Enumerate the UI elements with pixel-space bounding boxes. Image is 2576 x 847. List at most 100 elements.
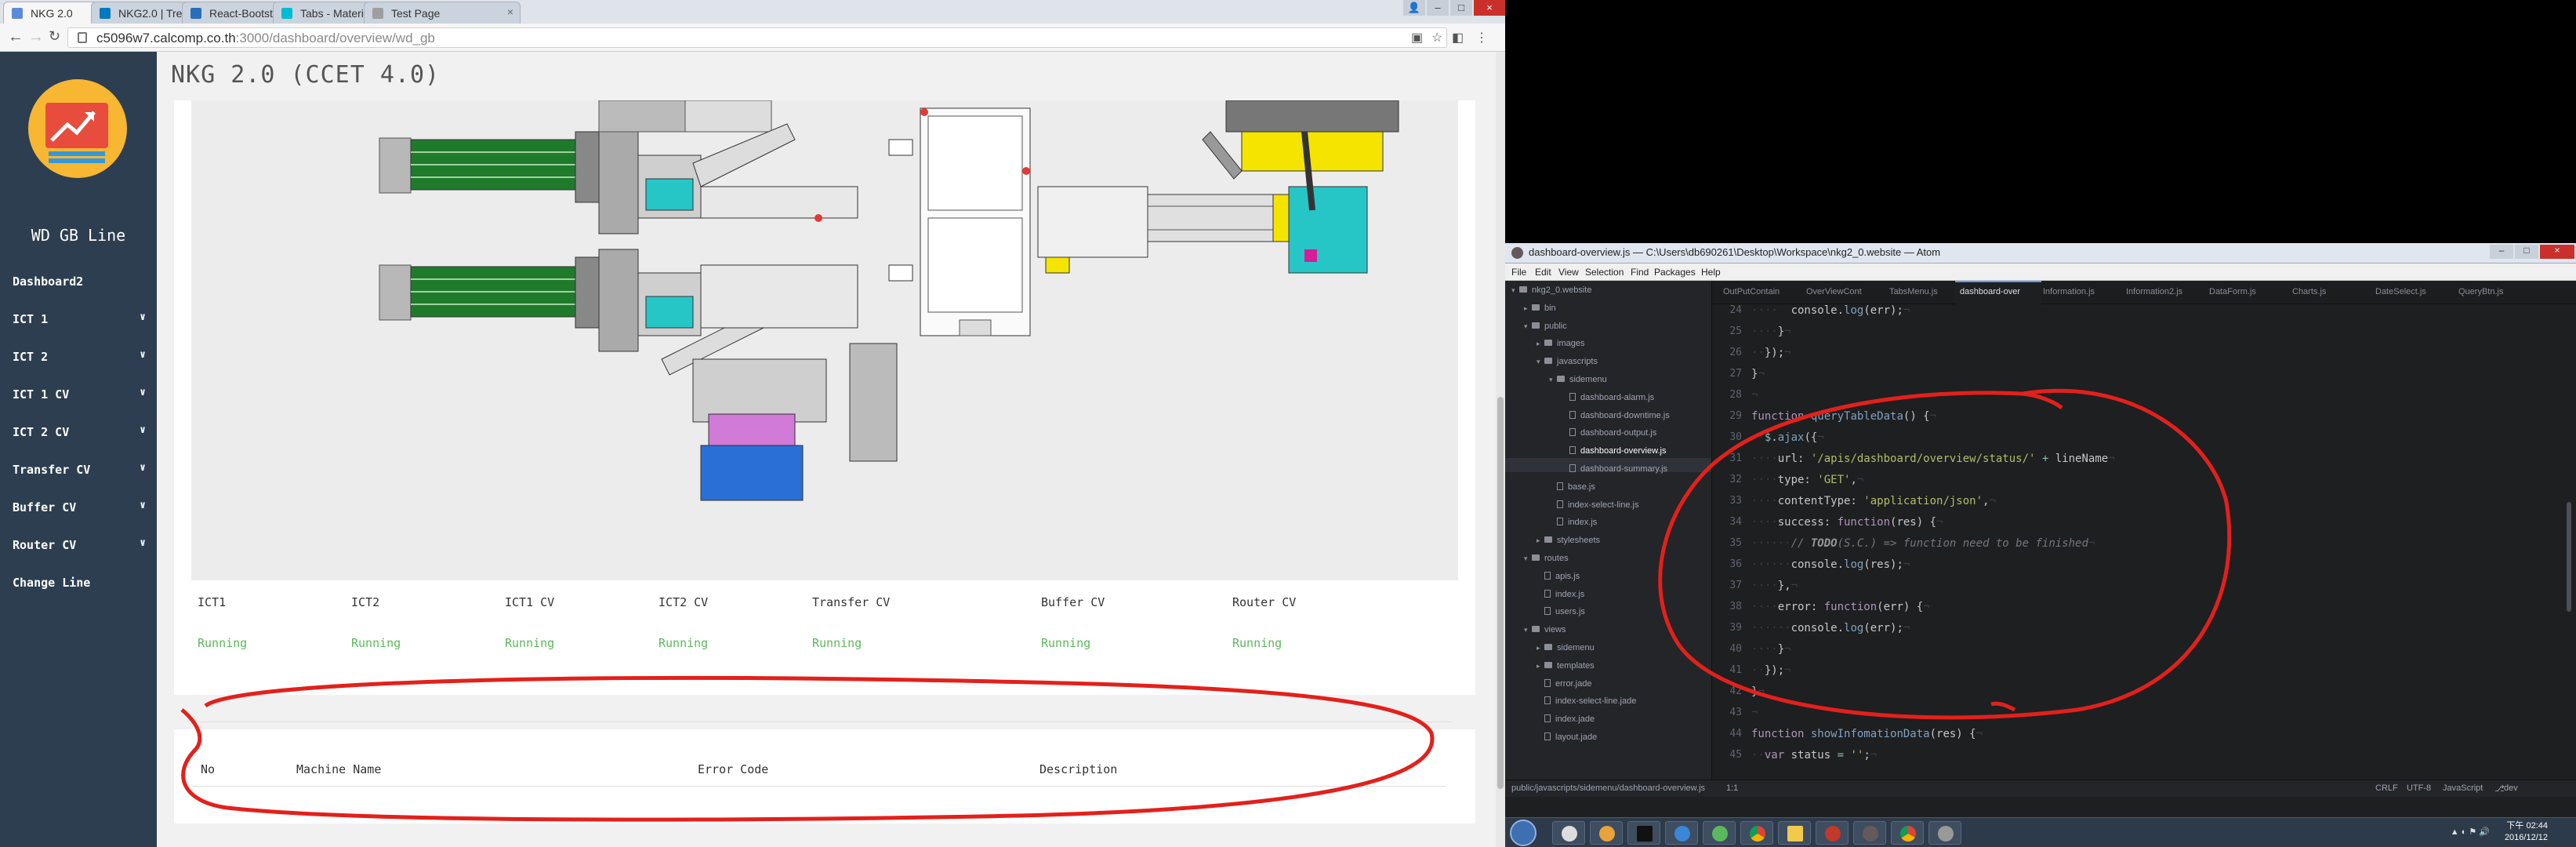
tree-file[interactable]: base.js — [1549, 482, 1595, 492]
editor-tab[interactable]: TabsMenu.js — [1889, 287, 1938, 296]
menu-find[interactable]: Find — [1631, 267, 1649, 278]
taskbar-folder-icon[interactable] — [1778, 821, 1811, 845]
system-tray[interactable]: ▲ ◐ ⚑ 🔊 — [2451, 827, 2490, 837]
taskbar-app-icon[interactable] — [1816, 821, 1849, 845]
tree-folder[interactable]: ▾ views — [1524, 625, 1566, 634]
extension-icon[interactable]: ◧ — [1452, 30, 1464, 45]
page-scrollbar[interactable] — [1496, 52, 1505, 847]
tree-file[interactable]: dashboard-alarm.js — [1562, 392, 1654, 402]
forward-icon[interactable]: → — [28, 28, 44, 46]
tree-folder[interactable]: ▾ routes — [1524, 554, 1569, 563]
editor-tab[interactable]: QueryBtn.js — [2458, 287, 2503, 296]
close-button[interactable]: × — [2540, 245, 2574, 259]
minimize-button[interactable]: – — [1427, 0, 1449, 16]
menu-icon[interactable]: ⋮ — [1475, 30, 1488, 45]
tree-file[interactable]: dashboard-output.js — [1562, 428, 1656, 438]
url-input[interactable]: c5096w7.calcomp.co.th:3000/dashboard/ove… — [67, 27, 1447, 48]
status-cursor-position[interactable]: 1:1 — [1726, 783, 1738, 793]
maximize-button[interactable]: □ — [1450, 0, 1472, 16]
sidebar-item-dashboard2[interactable]: Dashboard2 — [13, 274, 146, 289]
status-file-path[interactable]: public/javascripts/sidemenu/dashboard-ov… — [1511, 783, 1705, 793]
tree-folder[interactable]: ▾ nkg2_0.website — [1511, 285, 1591, 295]
minimize-button[interactable]: – — [2490, 245, 2513, 259]
status-grammar[interactable]: JavaScript — [2443, 783, 2483, 793]
menu-file[interactable]: File — [1511, 267, 1526, 278]
tree-folder[interactable]: ▾ sidemenu — [1549, 375, 1607, 384]
menu-help[interactable]: Help — [1701, 267, 1721, 278]
tree-file[interactable]: dashboard-overview.js — [1562, 446, 1666, 456]
reload-icon[interactable]: ↻ — [49, 28, 60, 45]
sidebar-item-ict2-cv[interactable]: ICT 2 CV ∨ — [13, 424, 146, 439]
tree-file[interactable]: index.jade — [1537, 714, 1595, 724]
taskbar-atom-icon[interactable] — [1853, 821, 1886, 845]
tree-file[interactable]: layout.jade — [1537, 732, 1597, 742]
menu-view[interactable]: View — [1558, 267, 1579, 278]
editor-tab[interactable]: OverViewCont — [1806, 287, 1862, 296]
sidebar-item-ict1-cv[interactable]: ICT 1 CV ∨ — [13, 387, 146, 402]
atom-status-bar: public/javascripts/sidemenu/dashboard-ov… — [1505, 780, 2576, 797]
taskbar-app-icon[interactable] — [1703, 821, 1736, 845]
sidebar-item-buffer-cv[interactable]: Buffer CV ∨ — [13, 500, 146, 514]
line-number: 44 — [1729, 728, 1742, 740]
tree-folder[interactable]: ▸ templates — [1537, 661, 1595, 671]
taskbar-app-icon[interactable] — [1552, 821, 1585, 845]
taskbar-terminal-icon[interactable] — [1627, 821, 1660, 845]
tree-folder[interactable]: ▸ images — [1537, 339, 1584, 348]
status-line-ending[interactable]: CRLF — [2375, 783, 2398, 793]
status-encoding[interactable]: UTF-8 — [2407, 783, 2431, 793]
tree-file[interactable]: index-select-line.jade — [1537, 696, 1636, 706]
menu-selection[interactable]: Selection — [1585, 267, 1624, 278]
user-icon[interactable]: 👤 — [1403, 0, 1425, 16]
taskbar-chrome-icon[interactable] — [1740, 821, 1773, 845]
page-info-icon[interactable] — [78, 32, 87, 43]
sidebar-item-router-cv[interactable]: Router CV ∨ — [13, 537, 146, 552]
menu-packages[interactable]: Packages — [1654, 267, 1696, 278]
taskbar-app-icon[interactable] — [1590, 821, 1623, 845]
tree-folder[interactable]: ▸ stylesheets — [1537, 536, 1600, 545]
menu-edit[interactable]: Edit — [1535, 267, 1551, 278]
editor-tab[interactable]: Charts.js — [2292, 287, 2326, 296]
taskbar-clock[interactable]: 下午 02:44 2016/12/12 — [2505, 820, 2548, 844]
editor-tab[interactable]: dashboard-over — [1960, 287, 2020, 296]
tree-file[interactable]: apis.js — [1537, 571, 1580, 581]
sidebar-item-ict1[interactable]: ICT 1 ∨ — [13, 311, 146, 326]
close-button[interactable]: × — [1474, 0, 1505, 16]
editor-tab[interactable]: Information.js — [2043, 287, 2095, 296]
tree-folder[interactable]: ▸ sidemenu — [1537, 643, 1595, 653]
tree-file[interactable]: error.jade — [1537, 678, 1591, 689]
tree-folder[interactable]: ▾ javascripts — [1537, 357, 1598, 366]
taskbar-chrome-icon[interactable] — [1891, 821, 1924, 845]
editor-scrollbar[interactable] — [2567, 502, 2571, 612]
editor-tab[interactable]: OutPutContain — [1723, 287, 1780, 296]
tree-folder[interactable]: ▸ bin — [1524, 304, 1556, 313]
line-number: 42 — [1729, 685, 1742, 697]
tree-file[interactable]: dashboard-summary.js — [1562, 464, 1667, 474]
cast-icon[interactable]: ▣ — [1411, 30, 1423, 45]
sidebar-item-ict2[interactable]: ICT 2 ∨ — [13, 349, 146, 364]
editor-tab[interactable]: DataForm.js — [2209, 287, 2256, 296]
maximize-button[interactable]: □ — [2515, 245, 2538, 259]
tree-file[interactable]: users.js — [1537, 607, 1585, 616]
tree-file[interactable]: index.js — [1549, 518, 1597, 527]
browser-tab-test-page[interactable]: Test Page × — [364, 2, 521, 24]
tab-close-icon[interactable]: × — [507, 5, 513, 18]
scrollbar-thumb[interactable] — [1497, 397, 1504, 789]
tree-folder[interactable]: ▾ public — [1524, 322, 1567, 331]
tree-file[interactable]: index.js — [1537, 589, 1584, 599]
bookmark-star-icon[interactable]: ☆ — [1431, 30, 1442, 45]
editor-tab[interactable]: Information2.js — [2126, 287, 2182, 296]
tree-file[interactable]: dashboard-downtime.js — [1562, 410, 1670, 420]
line-title: WD GB Line — [31, 226, 126, 245]
taskbar-app-icon[interactable] — [1928, 821, 1961, 845]
sidebar-item-transfer-cv[interactable]: Transfer CV ∨ — [13, 462, 146, 477]
code-editor[interactable]: ···· console.log(err);¬ ····}¬ ··});¬ }¬… — [1751, 304, 2567, 780]
sidebar: WD GB Line Dashboard2 ICT 1 ∨ ICT 2 ∨ ICT … — [0, 52, 157, 847]
tree-item-label: base.js — [1568, 482, 1595, 492]
start-button[interactable] — [1510, 820, 1537, 846]
editor-tab[interactable]: DateSelect.js — [2375, 287, 2426, 296]
sidebar-item-change-line[interactable]: Change Line — [13, 576, 146, 590]
back-icon[interactable]: ← — [8, 28, 24, 46]
tree-file[interactable]: index-select-line.js — [1549, 500, 1638, 510]
status-git-branch[interactable]: dev — [2504, 783, 2518, 793]
taskbar-app-icon[interactable] — [1665, 821, 1698, 845]
